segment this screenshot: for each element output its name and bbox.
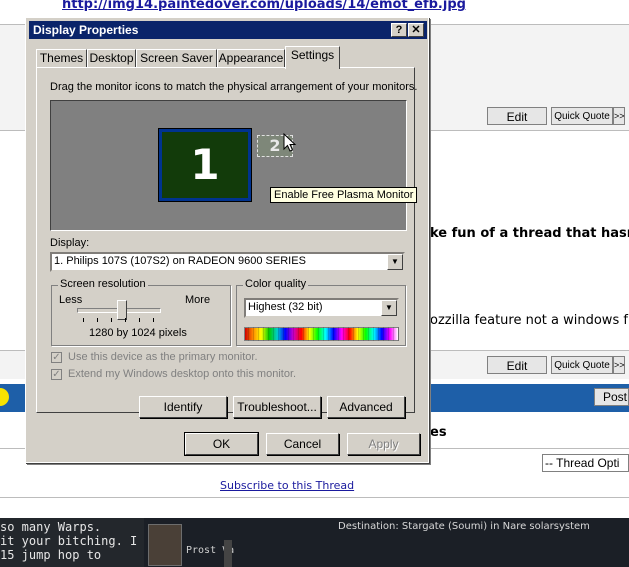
chevron-down-icon[interactable]: ▼: [387, 254, 403, 270]
tab-desktop[interactable]: Desktop: [87, 49, 136, 68]
edit-button[interactable]: Edit: [487, 356, 547, 374]
display-label: Display:: [50, 237, 90, 249]
display-properties-dialog: Display Properties ? ✕ Themes Desktop Sc…: [25, 17, 429, 463]
extend-desktop-label: Extend my Windows desktop onto this moni…: [68, 368, 297, 380]
chat-line: so many Warps.: [0, 520, 102, 534]
slider-tick: [83, 318, 84, 322]
thread-snippet: es: [430, 425, 447, 440]
close-button[interactable]: ✕: [408, 23, 424, 37]
screen-resolution-group: Screen resolution Less More 1280 by 1024…: [51, 278, 231, 346]
destination-text: Destination: Stargate (Soumi) in Nare so…: [338, 521, 590, 532]
advanced-button[interactable]: Advanced: [327, 396, 405, 418]
color-quality-group: Color quality Highest (32 bit) ▼: [236, 278, 406, 346]
subscribe-link[interactable]: Subscribe to this Thread: [220, 479, 354, 492]
divider: [0, 497, 629, 498]
screen-resolution-label: Screen resolution: [58, 278, 148, 290]
display-select[interactable]: 1. Philips 107S (107S2) on RADEON 9600 S…: [50, 252, 405, 272]
close-icon: ✕: [411, 24, 421, 36]
monitor-1-icon[interactable]: 1: [158, 128, 252, 202]
chat-line: it your bitching. I: [0, 534, 138, 548]
resolution-value: 1280 by 1024 pixels: [89, 327, 187, 339]
edit-button[interactable]: Edit: [487, 107, 547, 125]
more-arrow-button[interactable]: >>: [613, 107, 625, 125]
color-quality-select[interactable]: Highest (32 bit) ▼: [244, 298, 399, 318]
color-quality-label: Color quality: [243, 278, 309, 290]
slider-tick: [153, 318, 154, 322]
game-window: so many Warps. it your bitching. I 15 ju…: [0, 518, 629, 567]
monitor-tooltip: Enable Free Plasma Monitor: [270, 187, 418, 203]
chevron-down-icon[interactable]: ▼: [381, 300, 397, 316]
color-spectrum-stripes: [244, 327, 399, 341]
less-label: Less: [59, 294, 83, 306]
apply-button[interactable]: Apply: [347, 433, 420, 455]
quick-quote-button[interactable]: Quick Quote: [551, 356, 613, 374]
slider-tick: [97, 318, 98, 322]
post-reply-button[interactable]: Post: [594, 388, 629, 406]
monitor-arrangement-area[interactable]: 1 2 Enable Free Plasma Monitor: [50, 100, 418, 231]
dialog-title: Display Properties: [33, 23, 139, 37]
tab-settings[interactable]: Settings: [285, 46, 340, 69]
post-title-snippet: ke fun of a thread that hasn': [430, 226, 629, 241]
thread-options-select[interactable]: -- Thread Opti: [542, 454, 629, 472]
slider-tick: [125, 318, 126, 322]
post-body-snippet: ozzilla feature not a windows f: [430, 313, 628, 328]
chat-scrollbar[interactable]: [224, 540, 232, 567]
resolution-slider-thumb[interactable]: [117, 300, 127, 320]
more-arrow-button[interactable]: >>: [613, 356, 625, 374]
image-link[interactable]: http://img14.paintedover.com/uploads/14/…: [62, 0, 466, 12]
settings-panel: Drag the monitor icons to match the phys…: [36, 67, 418, 418]
slider-tick: [139, 318, 140, 322]
display-value: 1. Philips 107S (107S2) on RADEON 9600 S…: [54, 255, 306, 267]
extend-desktop-checkbox[interactable]: ✓: [51, 369, 62, 380]
identify-button[interactable]: Identify: [139, 396, 227, 418]
pilot-avatar: [148, 524, 182, 566]
more-label: More: [185, 294, 211, 306]
cancel-button[interactable]: Cancel: [266, 433, 339, 455]
troubleshoot-button[interactable]: Troubleshoot...: [233, 396, 321, 418]
help-button[interactable]: ?: [391, 23, 407, 37]
ok-button[interactable]: OK: [184, 432, 259, 456]
tab-themes[interactable]: Themes: [36, 49, 87, 68]
chat-log: so many Warps. it your bitching. I 15 ju…: [0, 518, 144, 567]
tab-screen-saver[interactable]: Screen Saver: [136, 49, 217, 68]
quick-quote-button[interactable]: Quick Quote: [551, 107, 613, 125]
primary-monitor-label: Use this device as the primary monitor.: [68, 351, 258, 363]
tab-appearance[interactable]: Appearance: [217, 49, 285, 68]
mouse-cursor-icon: [283, 133, 297, 152]
chat-line: 15 jump hop to: [0, 548, 102, 562]
primary-monitor-checkbox[interactable]: ✓: [51, 352, 62, 363]
title-bar[interactable]: Display Properties ? ✕: [29, 21, 427, 39]
slider-tick: [111, 318, 112, 322]
color-quality-value: Highest (32 bit): [248, 301, 323, 313]
tab-bar: Themes Desktop Screen Saver Appearance S…: [36, 44, 416, 69]
instructions-text: Drag the monitor icons to match the phys…: [50, 81, 418, 93]
